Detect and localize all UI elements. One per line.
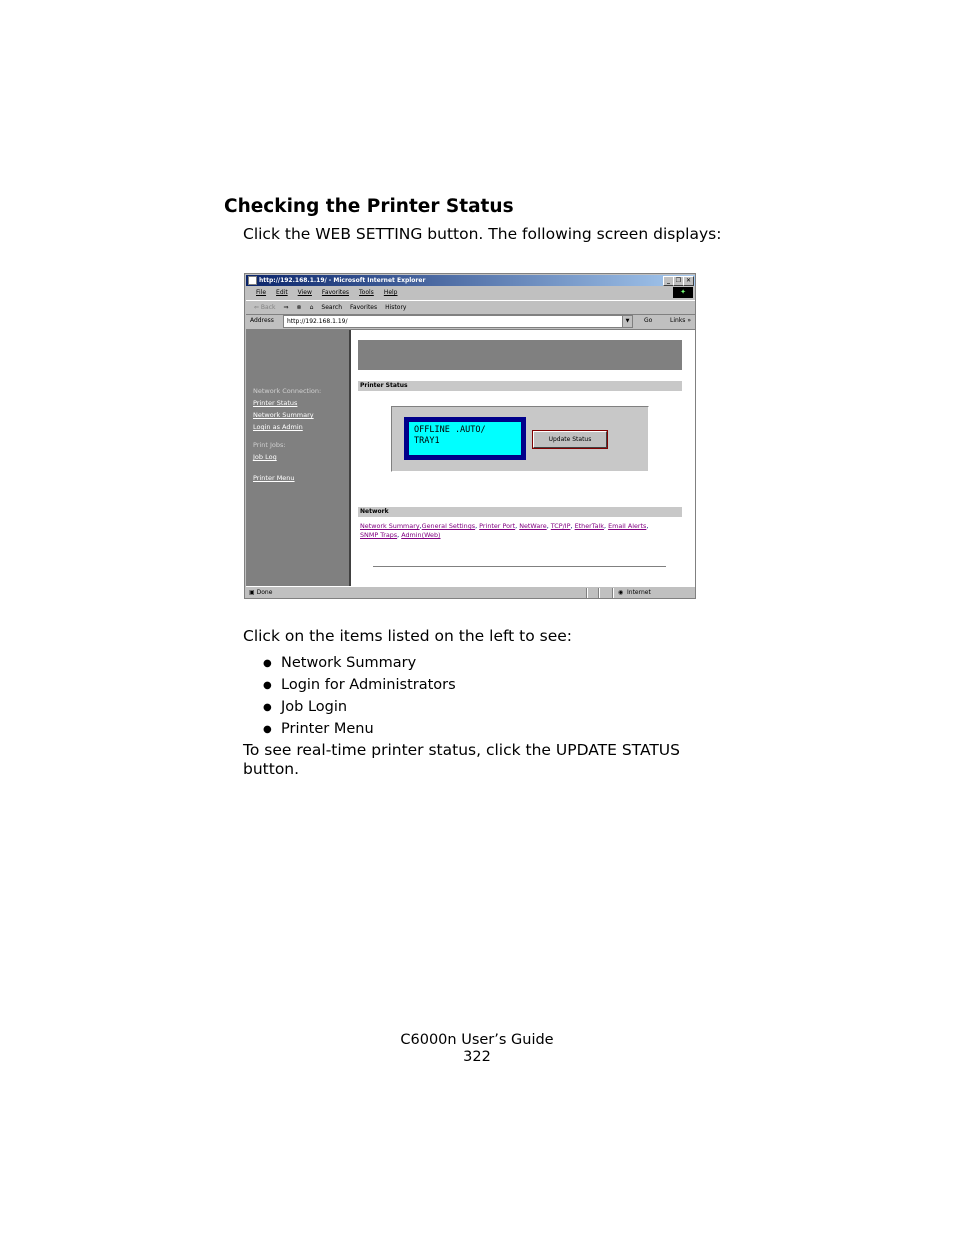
close-button[interactable]: ✕ bbox=[683, 276, 694, 286]
menu-tools[interactable]: Tools bbox=[359, 289, 374, 296]
link-email-alerts[interactable]: Email Alerts bbox=[608, 522, 646, 530]
status-divider bbox=[612, 588, 614, 598]
home-icon[interactable]: ⌂ bbox=[310, 304, 314, 311]
menu-bar: File Edit View Favorites Tools Help ✦ bbox=[246, 286, 695, 299]
network-header: Network bbox=[358, 507, 682, 517]
link-snmp-traps[interactable]: SNMP Traps bbox=[360, 531, 397, 539]
address-value: http://192.168.1.19/ bbox=[287, 318, 348, 325]
window-title: http://192.168.1.19/ - Microsoft Interne… bbox=[259, 277, 426, 284]
realtime-text: To see real-time printer status, click t… bbox=[243, 741, 680, 778]
status-divider bbox=[598, 588, 600, 598]
forward-button[interactable]: ⇒ bbox=[284, 304, 289, 311]
link-netware[interactable]: NetWare bbox=[519, 522, 546, 530]
chevron-down-icon[interactable]: ▼ bbox=[622, 316, 632, 327]
menu-favorites[interactable]: Favorites bbox=[322, 289, 349, 296]
links-button[interactable]: Links » bbox=[670, 314, 691, 328]
menu-file[interactable]: File bbox=[256, 289, 266, 296]
address-label: Address bbox=[250, 317, 274, 324]
link-admin-web[interactable]: Admin(Web) bbox=[401, 531, 440, 539]
footer-title: C6000n User’s Guide bbox=[400, 1032, 554, 1048]
click-items-text: Click on the items listed on the left to… bbox=[243, 627, 573, 645]
address-input[interactable]: http://192.168.1.19/ ▼ bbox=[283, 315, 633, 328]
left-nav: Network Connection: Printer Status Netwo… bbox=[246, 330, 351, 587]
status-divider bbox=[586, 588, 588, 598]
nav-printer-menu[interactable]: Printer Menu bbox=[253, 474, 295, 482]
link-general-settings[interactable]: General Settings bbox=[422, 522, 475, 530]
list-item: Login for Administrators bbox=[263, 674, 456, 696]
stop-icon[interactable]: ⊗ bbox=[297, 304, 302, 311]
globe-icon: ◉ bbox=[618, 589, 624, 596]
status-done: Done bbox=[256, 589, 273, 596]
network-links: Network Summary,General Settings, Printe… bbox=[360, 522, 649, 539]
menu-view[interactable]: View bbox=[298, 289, 312, 296]
address-bar: Address http://192.168.1.19/ ▼ Go Links … bbox=[246, 314, 695, 328]
toolbar: ⇐ Back ⇒ ⊗ ⌂ Search Favorites History bbox=[246, 300, 695, 315]
intro-text: Click the WEB SETTING button. The follow… bbox=[243, 225, 722, 243]
status-bar: ▣ Done ◉ Internet bbox=[246, 586, 695, 598]
printer-status-header: Printer Status bbox=[358, 381, 682, 391]
lcd-display: OFFLINE .AUTO/ TRAY1 bbox=[404, 417, 526, 460]
back-button[interactable]: ⇐ Back bbox=[254, 304, 276, 311]
divider bbox=[373, 566, 666, 567]
link-network-summary[interactable]: Network Summary bbox=[360, 522, 420, 530]
banner bbox=[358, 340, 682, 370]
browser-screenshot: http://192.168.1.19/ - Microsoft Interne… bbox=[244, 273, 696, 599]
list-item: Printer Menu bbox=[263, 718, 456, 740]
features-list: Network Summary Login for Administrators… bbox=[263, 652, 456, 740]
go-button[interactable]: Go bbox=[644, 314, 652, 328]
ie-throbber-icon: ✦ bbox=[673, 287, 693, 298]
section-heading: Checking the Printer Status bbox=[224, 196, 514, 217]
favorites-button[interactable]: Favorites bbox=[350, 304, 377, 311]
search-button[interactable]: Search bbox=[321, 304, 342, 311]
nav-printer-status[interactable]: Printer Status bbox=[253, 399, 297, 407]
lcd-line-1: OFFLINE .AUTO/ bbox=[414, 425, 486, 435]
ie-icon bbox=[248, 276, 257, 285]
page-icon: ▣ bbox=[249, 589, 255, 596]
list-item: Network Summary bbox=[263, 652, 456, 674]
nav-print-jobs: Print Jobs: bbox=[253, 441, 286, 449]
title-bar: http://192.168.1.19/ - Microsoft Interne… bbox=[246, 275, 695, 286]
menu-edit[interactable]: Edit bbox=[276, 289, 288, 296]
nav-job-log[interactable]: Job Log bbox=[253, 453, 277, 461]
update-status-button[interactable]: Update Status bbox=[532, 430, 608, 449]
page-number: 322 bbox=[463, 1049, 491, 1065]
nav-login-admin[interactable]: Login as Admin bbox=[253, 423, 303, 431]
status-panel: OFFLINE .AUTO/ TRAY1 Update Status bbox=[391, 406, 649, 472]
history-button[interactable]: History bbox=[385, 304, 406, 311]
link-printer-port[interactable]: Printer Port bbox=[479, 522, 515, 530]
nav-network-connection: Network Connection: bbox=[253, 387, 322, 395]
nav-network-summary[interactable]: Network Summary bbox=[253, 411, 314, 419]
link-tcpip[interactable]: TCP/IP bbox=[551, 522, 571, 530]
page-content: Network Connection: Printer Status Netwo… bbox=[246, 329, 695, 587]
list-item: Job Login bbox=[263, 696, 456, 718]
link-ethertalk[interactable]: EtherTalk bbox=[575, 522, 604, 530]
status-zone: Internet bbox=[627, 589, 651, 596]
menu-help[interactable]: Help bbox=[384, 289, 398, 296]
lcd-line-2: TRAY1 bbox=[414, 436, 440, 446]
